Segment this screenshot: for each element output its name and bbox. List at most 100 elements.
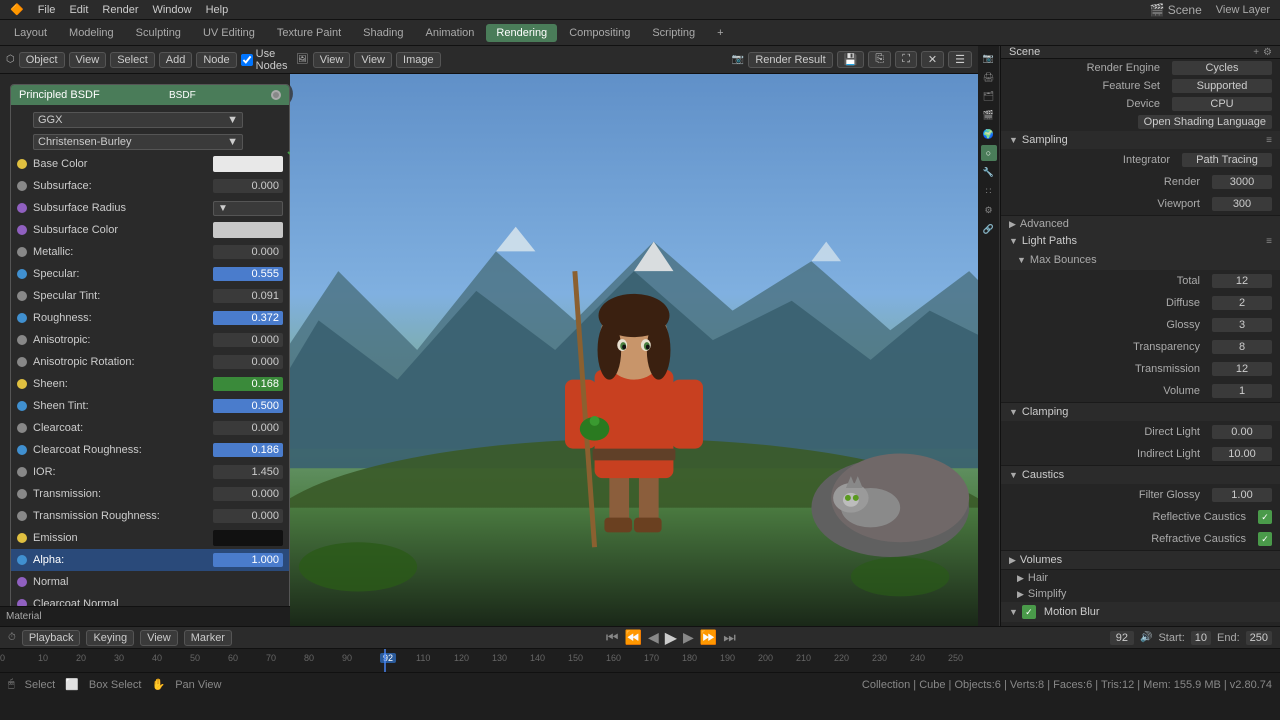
glossy-value[interactable]: 3	[1212, 318, 1272, 332]
volume-lb-value[interactable]: 1	[1212, 384, 1272, 398]
physics-props-icon[interactable]: ⚙	[981, 202, 997, 218]
viewport-samples-value[interactable]: 300	[1212, 197, 1272, 211]
sheen-tint-field[interactable]: 0.500	[213, 399, 283, 413]
feature-set-value[interactable]: Supported	[1172, 79, 1272, 93]
object-mode-btn[interactable]: Object	[19, 52, 65, 68]
render-menu-btn[interactable]: ☰	[948, 51, 972, 68]
refractive-checkbox[interactable]: ✓	[1258, 532, 1272, 546]
image-btn[interactable]: Image	[396, 52, 441, 68]
keying-btn[interactable]: Keying	[86, 630, 134, 646]
view-timeline-btn[interactable]: View	[140, 630, 178, 646]
end-value[interactable]: 250	[1246, 631, 1272, 645]
render-engine-value[interactable]: Cycles	[1172, 61, 1272, 75]
tab-add[interactable]: +	[707, 24, 733, 42]
current-frame-display[interactable]: 92	[1110, 631, 1134, 645]
specular-field[interactable]: 0.555	[213, 267, 283, 281]
alpha-field[interactable]: 1.000	[213, 553, 283, 567]
advanced-header[interactable]: ▶ Advanced	[1001, 216, 1280, 232]
transmission-field[interactable]: 0.000	[213, 487, 283, 501]
tab-scripting[interactable]: Scripting	[642, 24, 705, 42]
clearcoat-field[interactable]: 0.000	[213, 421, 283, 435]
transparency-value[interactable]: 8	[1212, 340, 1272, 354]
play-btn[interactable]: ▶	[665, 628, 677, 648]
scene-settings-icon[interactable]: ⚙	[1263, 47, 1272, 58]
constraints-props-icon[interactable]: 🔗	[981, 221, 997, 237]
clearcoat-roughness-field[interactable]: 0.186	[213, 443, 283, 457]
modifier-props-icon[interactable]: 🔧	[981, 164, 997, 180]
render-save-btn[interactable]: 💾	[837, 51, 865, 68]
playback-btn[interactable]: Playback	[22, 630, 81, 646]
base-color-swatch[interactable]	[213, 156, 283, 172]
indirect-light-value[interactable]: 10.00	[1212, 447, 1272, 461]
emission-swatch[interactable]	[213, 530, 283, 546]
tab-layout[interactable]: Layout	[4, 24, 57, 42]
select-btn[interactable]: Select	[110, 52, 155, 68]
reflective-checkbox[interactable]: ✓	[1258, 510, 1272, 524]
subsurface-field[interactable]: 0.000	[213, 179, 283, 193]
device-value[interactable]: CPU	[1172, 97, 1272, 111]
jump-to-start-btn[interactable]: ⏮	[606, 629, 619, 646]
tab-uv-editing[interactable]: UV Editing	[193, 24, 265, 42]
object-props-icon[interactable]: ○	[981, 145, 997, 161]
light-paths-header[interactable]: ▼ Light Paths ≡	[1001, 232, 1280, 250]
scene-props-icon[interactable]: 🎬	[981, 107, 997, 123]
open-shading-value[interactable]: Open Shading Language	[1138, 115, 1272, 129]
menu-file[interactable]: File	[32, 2, 62, 18]
diffuse-value[interactable]: 2	[1212, 296, 1272, 310]
menu-edit[interactable]: Edit	[63, 2, 94, 18]
caustics-header[interactable]: ▼ Caustics	[1001, 466, 1280, 484]
metallic-field[interactable]: 0.000	[213, 245, 283, 259]
start-value[interactable]: 10	[1191, 631, 1211, 645]
tab-rendering[interactable]: Rendering	[486, 24, 557, 42]
specular-tint-field[interactable]: 0.091	[213, 289, 283, 303]
output-props-icon[interactable]: 🖨	[981, 69, 997, 85]
sheen-field[interactable]: 0.168	[213, 377, 283, 391]
render-close-btn[interactable]: ✕	[921, 51, 944, 68]
jump-to-end-btn[interactable]: ⏭	[723, 629, 736, 646]
menu-window[interactable]: Window	[146, 2, 197, 18]
filter-glossy-value[interactable]: 1.00	[1212, 488, 1272, 502]
view-layer-props-icon[interactable]: 🗂	[981, 88, 997, 104]
next-keyframe-btn[interactable]: ▶	[683, 629, 694, 646]
world-props-icon[interactable]: 🌍	[981, 126, 997, 142]
clamping-header[interactable]: ▼ Clamping	[1001, 403, 1280, 421]
render-fullscreen-btn[interactable]: ⛶	[895, 51, 917, 68]
ior-field[interactable]: 1.450	[213, 465, 283, 479]
view-btn[interactable]: View	[69, 52, 107, 68]
step-fwd-btn[interactable]: ⏩	[700, 629, 717, 646]
scene-add-icon[interactable]: +	[1253, 47, 1259, 58]
use-nodes-toggle[interactable]: Use Nodes	[241, 48, 288, 72]
direct-light-value[interactable]: 0.00	[1212, 425, 1272, 439]
subsurface-color-swatch[interactable]	[213, 222, 283, 238]
volumes-header[interactable]: ▶ Volumes	[1001, 551, 1280, 569]
anisotropic-rotation-field[interactable]: 0.000	[213, 355, 283, 369]
menu-blender[interactable]: 🔶	[4, 1, 30, 18]
motion-blur-header[interactable]: ▼ ✓ Motion Blur	[1001, 602, 1280, 622]
render-props-icon[interactable]: 📷	[981, 50, 997, 66]
ggx-selector[interactable]: GGX ▼	[33, 112, 243, 128]
tab-texture-paint[interactable]: Texture Paint	[267, 24, 351, 42]
total-value[interactable]: 12	[1212, 274, 1272, 288]
menu-render[interactable]: Render	[96, 2, 144, 18]
step-back-btn[interactable]: ⏪	[625, 629, 642, 646]
tab-sculpting[interactable]: Sculpting	[126, 24, 191, 42]
node-btn[interactable]: Node	[196, 52, 236, 68]
motion-blur-checkbox[interactable]: ✓	[1022, 605, 1036, 619]
view3-btn[interactable]: View	[313, 52, 351, 68]
anisotropic-field[interactable]: 0.000	[213, 333, 283, 347]
max-bounces-header[interactable]: ▼ Max Bounces	[1001, 250, 1280, 270]
marker-btn[interactable]: Marker	[184, 630, 232, 646]
tab-compositing[interactable]: Compositing	[559, 24, 640, 42]
christensen-selector[interactable]: Christensen-Burley ▼	[33, 134, 243, 150]
menu-help[interactable]: Help	[200, 2, 235, 18]
sampling-header[interactable]: ▼ Sampling ≡	[1001, 131, 1280, 149]
render-samples-value[interactable]: 3000	[1212, 175, 1272, 189]
roughness-field[interactable]: 0.372	[213, 311, 283, 325]
tab-shading[interactable]: Shading	[353, 24, 413, 42]
view4-btn[interactable]: View	[354, 52, 392, 68]
integrator-value[interactable]: Path Tracing	[1182, 153, 1272, 167]
add-btn[interactable]: Add	[159, 52, 193, 68]
prev-keyframe-btn[interactable]: ◀	[648, 629, 659, 646]
tab-modeling[interactable]: Modeling	[59, 24, 124, 42]
tab-animation[interactable]: Animation	[416, 24, 485, 42]
